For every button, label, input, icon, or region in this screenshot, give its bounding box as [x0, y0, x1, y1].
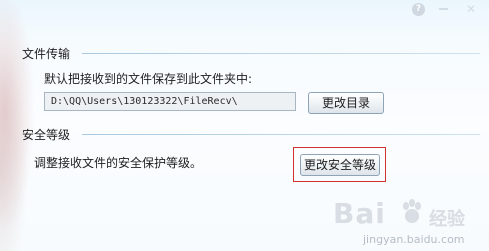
file-transfer-description: 默认把接收到的文件保存到此文件夹中:	[44, 72, 253, 86]
watermark-brand: Bai	[333, 197, 386, 230]
security-level-description: 调整接收文件的安全保护等级。	[34, 156, 203, 170]
help-icon[interactable]: ?	[412, 2, 425, 16]
security-level-divider	[82, 134, 480, 135]
security-level-title: 安全等级	[22, 128, 71, 142]
file-transfer-divider	[82, 53, 480, 54]
settings-panel: ? ✕ 文件传输 默认把接收到的文件保存到此文件夹中: D:\QQ\Users\…	[0, 0, 489, 251]
close-icon[interactable]: ✕	[461, 2, 481, 16]
watermark: Bai 经验 jingyan.baidu.com	[333, 197, 483, 249]
minimize-icon[interactable]	[433, 2, 453, 16]
window-controls: ? ✕	[412, 2, 481, 16]
file-transfer-title: 文件传输	[22, 47, 71, 61]
watermark-suffix: 经验	[429, 209, 465, 230]
receive-folder-path-field[interactable]: D:\QQ\Users\130123322\FileRecv\	[44, 92, 296, 111]
change-directory-button[interactable]: 更改目录	[308, 92, 384, 114]
watermark-url: jingyan.baidu.com	[363, 233, 465, 246]
paw-icon	[403, 199, 421, 223]
change-security-level-button[interactable]: 更改安全等级	[300, 154, 380, 176]
